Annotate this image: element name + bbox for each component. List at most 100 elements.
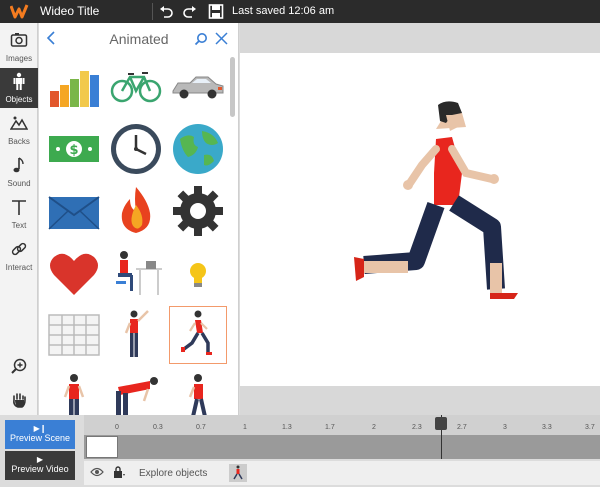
tick-label: 3.3 bbox=[542, 424, 552, 431]
runner-layer-thumb[interactable] bbox=[229, 464, 247, 482]
preview-scene-button[interactable]: ▶❙ Preview Scene bbox=[5, 420, 75, 449]
panel-scrollbar[interactable] bbox=[230, 57, 235, 117]
play-icon: ▶ bbox=[36, 455, 44, 464]
sidebar-item-label: Images bbox=[5, 54, 33, 63]
man-standing-object[interactable] bbox=[46, 369, 102, 415]
tick-label: 1 bbox=[243, 424, 247, 431]
preview-scene-label: Preview Scene bbox=[9, 433, 71, 443]
zoom-in-button[interactable] bbox=[0, 351, 38, 381]
clock-object[interactable] bbox=[108, 121, 164, 177]
tick-label: 2 bbox=[372, 424, 376, 431]
heart-icon bbox=[50, 253, 98, 295]
sidebar-item-backs[interactable]: Backs bbox=[0, 110, 38, 150]
close-icon[interactable] bbox=[215, 32, 228, 45]
preview-video-button[interactable]: ▶ Preview Video bbox=[5, 451, 75, 480]
person-icon bbox=[13, 72, 25, 90]
objects-panel: Animated $ bbox=[39, 23, 239, 415]
pan-hand-button[interactable] bbox=[0, 385, 38, 415]
wideo-logo-icon[interactable] bbox=[10, 3, 30, 20]
divider bbox=[152, 3, 153, 20]
gear-object[interactable] bbox=[170, 183, 226, 239]
explore-objects-label[interactable]: Explore objects bbox=[139, 468, 207, 479]
text-icon bbox=[12, 200, 26, 215]
tick-label: 3.7 bbox=[585, 424, 595, 431]
man-walking-object[interactable] bbox=[170, 369, 226, 415]
gear-icon bbox=[173, 186, 223, 236]
tick-label: 1.3 bbox=[282, 424, 292, 431]
tick-label: 3 bbox=[503, 424, 507, 431]
stage-canvas[interactable] bbox=[240, 53, 600, 386]
svg-text:$: $ bbox=[69, 143, 78, 158]
playhead-handle[interactable] bbox=[435, 417, 447, 430]
man-waving-object[interactable] bbox=[108, 307, 164, 363]
eye-icon[interactable] bbox=[90, 467, 104, 477]
man-standing-icon bbox=[63, 374, 85, 415]
panel-title: Animated bbox=[109, 31, 169, 47]
desk-worker-icon bbox=[116, 251, 162, 295]
envelope-icon bbox=[48, 196, 100, 230]
bicycle-icon bbox=[110, 72, 162, 103]
landscape-icon bbox=[10, 116, 28, 130]
tick-label: 0.7 bbox=[196, 424, 206, 431]
tick-label: 2.7 bbox=[457, 424, 467, 431]
tick-label: 2.3 bbox=[412, 424, 422, 431]
envelope-object[interactable] bbox=[46, 183, 102, 239]
sidebar-item-interact[interactable]: Interact bbox=[0, 236, 38, 276]
runner-character-icon[interactable] bbox=[240, 53, 600, 386]
top-bar: Wideo Title Last saved 12:06 am bbox=[0, 0, 600, 23]
globe-icon bbox=[173, 124, 223, 174]
preview-video-label: Preview Video bbox=[11, 464, 69, 474]
timeline-ruler[interactable]: 0 0.3 0.7 1 1.3 1.7 2 2.3 2.7 3 3.3 3.7 bbox=[84, 415, 600, 435]
bicycle-object[interactable] bbox=[108, 59, 164, 115]
camera-icon bbox=[10, 33, 28, 47]
project-title[interactable]: Wideo Title bbox=[40, 4, 99, 18]
lightbulb-icon bbox=[190, 263, 206, 287]
panel-header: Animated bbox=[39, 23, 239, 54]
link-icon bbox=[11, 242, 27, 256]
heart-object[interactable] bbox=[46, 245, 102, 301]
last-saved-status: Last saved 12:06 am bbox=[232, 5, 335, 17]
redo-icon[interactable] bbox=[182, 4, 198, 19]
sidebar-item-images[interactable]: Images bbox=[0, 27, 38, 67]
runner-object[interactable] bbox=[169, 306, 227, 364]
globe-object[interactable] bbox=[170, 121, 226, 177]
car-object[interactable] bbox=[170, 59, 226, 115]
music-note-icon bbox=[13, 157, 24, 173]
save-icon[interactable] bbox=[208, 4, 224, 19]
timeline-area: ▶❙ Preview Scene ▶ Preview Video 0 0.3 0… bbox=[0, 415, 600, 485]
man-bowing-icon bbox=[116, 377, 158, 415]
runner-thumb-icon bbox=[233, 465, 243, 480]
desk-worker-object[interactable] bbox=[108, 245, 164, 301]
lightbulb-object[interactable] bbox=[170, 245, 226, 301]
sidebar-item-sound[interactable]: Sound bbox=[0, 152, 38, 192]
scene-start-block[interactable] bbox=[86, 436, 118, 458]
timeline-track[interactable] bbox=[84, 435, 600, 459]
sidebar-item-text[interactable]: Text bbox=[0, 194, 38, 234]
clock-icon bbox=[111, 124, 161, 174]
fire-object[interactable] bbox=[108, 183, 164, 239]
bar-chart-object[interactable] bbox=[46, 59, 102, 115]
objects-grid: $ bbox=[43, 56, 229, 415]
hand-icon bbox=[13, 393, 26, 408]
dollar-bill-icon: $ bbox=[49, 136, 99, 162]
tool-sidebar: Images Objects Backs Sound Text Interact bbox=[0, 23, 38, 415]
tick-label: 0 bbox=[115, 424, 119, 431]
man-waving-icon bbox=[124, 310, 149, 357]
fire-icon bbox=[121, 187, 151, 233]
sidebar-item-label: Sound bbox=[7, 179, 31, 188]
playhead[interactable] bbox=[435, 415, 447, 459]
undo-icon[interactable] bbox=[158, 4, 174, 19]
sidebar-item-label: Objects bbox=[5, 95, 33, 104]
sidebar-item-label: Interact bbox=[5, 263, 33, 272]
man-walking-icon bbox=[188, 374, 207, 415]
man-bowing-object[interactable] bbox=[108, 369, 164, 415]
table-grid-object[interactable] bbox=[46, 307, 102, 363]
timeline-footer: Explore objects bbox=[84, 461, 600, 485]
sidebar-item-label: Backs bbox=[8, 137, 30, 146]
play-step-icon: ▶❙ bbox=[33, 424, 47, 433]
search-icon[interactable] bbox=[194, 32, 208, 46]
sidebar-item-label: Text bbox=[11, 221, 27, 230]
lock-icon[interactable] bbox=[112, 465, 126, 479]
sidebar-item-objects[interactable]: Objects bbox=[0, 68, 38, 108]
dollar-bill-object[interactable]: $ bbox=[46, 121, 102, 177]
